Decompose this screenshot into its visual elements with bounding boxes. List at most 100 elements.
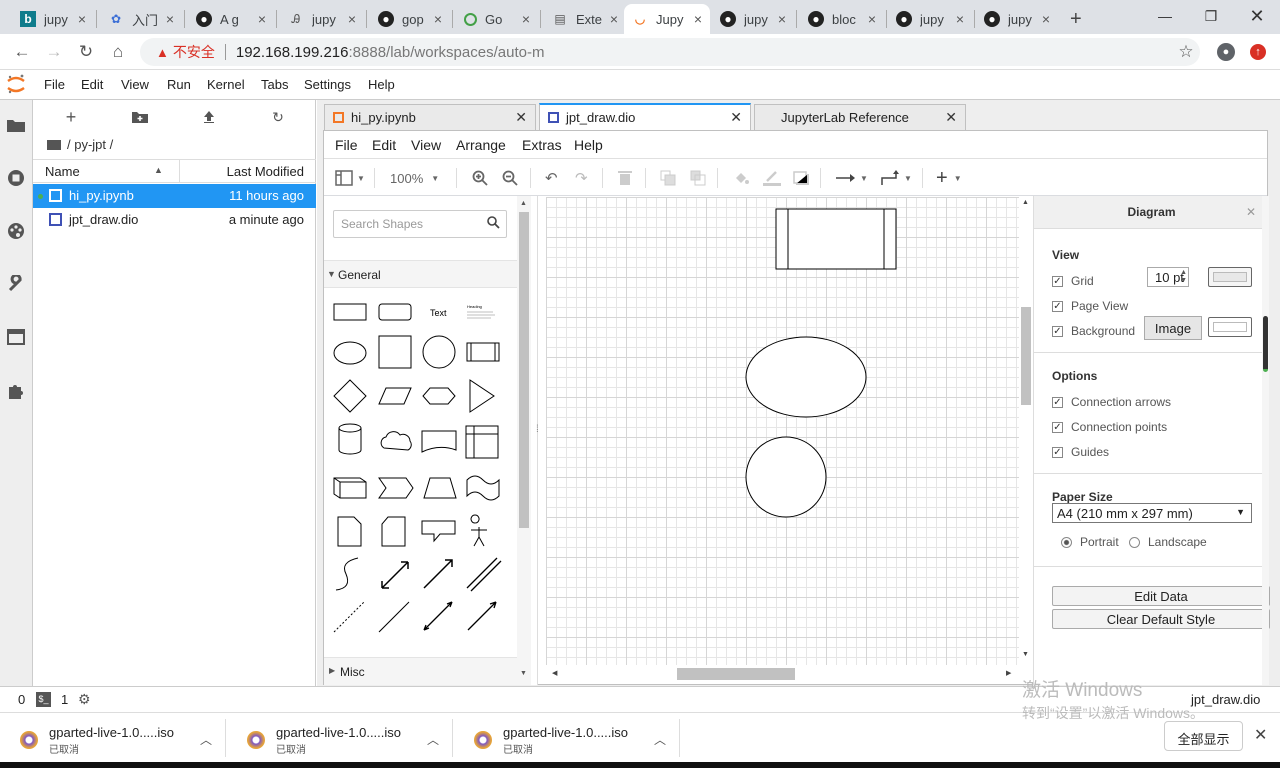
shape-group-general[interactable]: ▼ General: [324, 260, 517, 288]
browser-tab[interactable]: ● jupy ×: [712, 4, 794, 34]
drawio-menu-edit[interactable]: Edit: [372, 137, 396, 153]
zoom-select[interactable]: 100% ▼: [390, 167, 439, 189]
star-icon[interactable]: ☆: [1174, 40, 1198, 64]
running-icon[interactable]: [5, 167, 27, 189]
browser-tab[interactable]: b jupy ×: [12, 4, 94, 34]
line-color-icon[interactable]: [763, 167, 781, 189]
refresh-icon[interactable]: ↻: [266, 108, 290, 126]
folder-icon[interactable]: [5, 114, 27, 136]
url-text[interactable]: 192.168.199.216:8888/lab/workspaces/auto…: [236, 44, 545, 61]
close-icon[interactable]: ✕: [730, 109, 742, 126]
panels-icon[interactable]: ▼: [335, 167, 365, 189]
window-close-icon[interactable]: ✕: [1234, 0, 1280, 32]
close-icon[interactable]: ✕: [1254, 725, 1267, 745]
zoom-in-icon[interactable]: [472, 167, 488, 189]
zoom-out-icon[interactable]: [502, 167, 518, 189]
waypoints-icon[interactable]: ▼: [880, 167, 912, 189]
kernels-count[interactable]: 1: [61, 692, 68, 707]
browser-tab[interactable]: ● bloc ×: [800, 4, 884, 34]
format-panel-scrollbar[interactable]: [1262, 196, 1269, 685]
menu-kernel[interactable]: Kernel: [207, 77, 245, 92]
sidebar-splitter-handle[interactable]: ⁞: [536, 424, 539, 435]
close-icon[interactable]: ×: [1042, 11, 1050, 27]
close-icon[interactable]: ✕: [945, 109, 957, 126]
browser-tab-active[interactable]: ◡ Jupy ×: [624, 4, 710, 34]
canvas-horizontal-scrollbar[interactable]: ◀ ▶: [546, 665, 1019, 683]
grid-checkbox[interactable]: ✓ Grid: [1052, 274, 1094, 288]
browser-tab[interactable]: ● gop ×: [370, 4, 450, 34]
drawio-menu-view[interactable]: View: [411, 137, 441, 153]
home-icon[interactable]: ⌂: [106, 40, 130, 64]
sidebar-scrollbar[interactable]: ▲ ▼: [517, 196, 531, 685]
insecure-label[interactable]: 不安全: [173, 42, 215, 62]
shadow-icon[interactable]: [793, 167, 809, 189]
chevron-up-icon[interactable]: ︿: [200, 731, 212, 748]
chevron-up-icon[interactable]: ︿: [654, 731, 666, 748]
restore-icon[interactable]: ❐: [1188, 0, 1234, 32]
download-item[interactable]: gparted-live-1.0.....iso 已取消 ︿: [0, 719, 226, 759]
wrench-icon[interactable]: [5, 273, 27, 295]
close-icon[interactable]: ×: [166, 11, 174, 27]
terminal-icon[interactable]: $_: [36, 692, 51, 707]
menu-settings[interactable]: Settings: [304, 77, 351, 92]
minimize-icon[interactable]: —: [1142, 0, 1188, 32]
menu-run[interactable]: Run: [167, 77, 191, 92]
column-modified[interactable]: Last Modified: [227, 164, 304, 179]
portrait-radio[interactable]: Portrait: [1061, 535, 1119, 549]
canvas-vertical-scrollbar[interactable]: ▲ ▼: [1019, 197, 1033, 665]
fill-color-icon[interactable]: [733, 167, 749, 189]
delete-icon[interactable]: [618, 167, 632, 189]
drawio-menu-extras[interactable]: Extras: [522, 137, 562, 153]
download-item[interactable]: gparted-live-1.0.....iso 已取消 ︿: [227, 719, 453, 759]
tabs-icon[interactable]: [5, 326, 27, 348]
column-name[interactable]: Name: [45, 164, 80, 179]
menu-edit[interactable]: Edit: [81, 77, 103, 92]
paper-size-select[interactable]: A4 (210 mm x 297 mm) ▼: [1052, 503, 1252, 523]
shape-group-misc[interactable]: ▶ Misc: [324, 657, 517, 685]
background-checkbox[interactable]: ✓ Background: [1052, 324, 1135, 338]
file-row[interactable]: jpt_draw.dio a minute ago: [33, 208, 316, 232]
stepper-icon[interactable]: ▲ ▼: [1180, 269, 1187, 285]
menu-view[interactable]: View: [121, 77, 149, 92]
extension-icon[interactable]: [5, 379, 27, 401]
grid-color-swatch[interactable]: [1208, 267, 1252, 287]
redo-icon[interactable]: ↷: [575, 167, 588, 189]
landscape-radio[interactable]: Landscape: [1129, 535, 1207, 549]
doc-tab-notebook[interactable]: hi_py.ipynb ✕: [324, 104, 536, 130]
close-icon[interactable]: ×: [434, 11, 442, 27]
menu-file[interactable]: File: [44, 77, 65, 92]
close-icon[interactable]: ×: [778, 11, 786, 27]
to-back-icon[interactable]: [690, 167, 706, 189]
close-icon[interactable]: ×: [610, 11, 618, 27]
grid-size-input[interactable]: 10 pt ▲ ▼: [1147, 267, 1189, 287]
to-front-icon[interactable]: [660, 167, 676, 189]
address-bar[interactable]: ▲ 不安全 192.168.199.216:8888/lab/workspace…: [140, 38, 1200, 66]
background-color-swatch[interactable]: [1208, 317, 1252, 337]
close-icon[interactable]: ×: [522, 11, 530, 27]
update-icon[interactable]: ↑: [1250, 44, 1266, 60]
browser-tab[interactable]: ● A g ×: [188, 4, 274, 34]
doc-tab-drawio[interactable]: jpt_draw.dio ✕: [539, 103, 751, 130]
browser-tab[interactable]: ✿ 入门 ×: [100, 4, 182, 34]
breadcrumb-path[interactable]: / py-jpt /: [67, 137, 113, 152]
folder-icon[interactable]: [47, 140, 61, 150]
terminals-count[interactable]: 0: [18, 692, 25, 707]
upload-icon[interactable]: [197, 108, 221, 126]
new-tab-button[interactable]: +: [1066, 4, 1092, 34]
browser-tab[interactable]: ● jupy ×: [976, 4, 1058, 34]
connection-points-checkbox[interactable]: ✓ Connection points: [1052, 420, 1167, 434]
page-view-checkbox[interactable]: ✓ Page View: [1052, 299, 1128, 313]
show-all-downloads-button[interactable]: 全部显示: [1164, 721, 1243, 751]
close-icon[interactable]: ×: [694, 11, 702, 27]
palette-icon[interactable]: [5, 220, 27, 242]
doc-tab-reference[interactable]: JupyterLab Reference ✕: [754, 104, 966, 130]
close-icon[interactable]: ×: [868, 11, 876, 27]
connection-arrows-checkbox[interactable]: ✓ Connection arrows: [1052, 395, 1171, 409]
search-icon[interactable]: [487, 216, 500, 232]
close-icon[interactable]: ✕: [1246, 205, 1256, 219]
menu-tabs[interactable]: Tabs: [261, 77, 288, 92]
diagram-canvas[interactable]: [546, 197, 1019, 665]
drawio-menu-file[interactable]: File: [335, 137, 358, 153]
browser-tab[interactable]: ▤ Exte ×: [544, 4, 626, 34]
sort-icon[interactable]: ▲: [154, 165, 163, 175]
